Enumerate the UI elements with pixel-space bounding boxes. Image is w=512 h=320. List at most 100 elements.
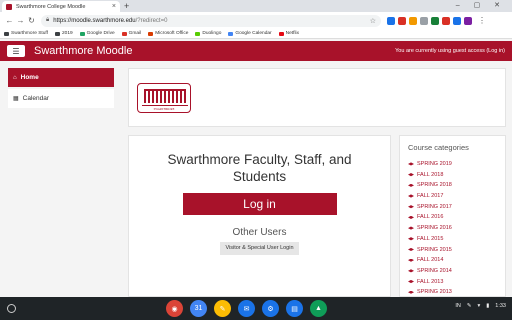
keep-icon[interactable]: ✎ [214,300,231,317]
category-link[interactable]: SPRING 2018 [408,180,505,191]
bookmark-icon [121,31,127,36]
pen-icon[interactable]: ✎ [467,303,472,309]
guest-access-notice[interactable]: You are currently using guest access (Lo… [395,48,505,54]
bookmark-label: Gmail [128,31,142,36]
category-link[interactable]: FALL 2015 [408,234,505,245]
bookmark-star-icon[interactable]: ☆ [370,17,376,25]
extension-icon[interactable] [442,16,450,25]
category-link[interactable]: FALL 2014 [408,255,505,266]
bookmark-item[interactable]: Gmail [121,31,142,36]
bookmarks-bar: Swarthmore Stuff 2019 Google Drive Gmail Mic… [0,29,512,39]
bookmark-label: 2019 [61,31,73,36]
category-link[interactable]: SPRING 2017 [408,202,505,213]
close-tab-icon[interactable]: × [112,3,116,10]
graduation-cap-icon [408,237,414,241]
back-icon[interactable]: ← [4,16,15,25]
graduation-cap-icon [408,205,414,209]
extension-icon[interactable] [387,16,395,25]
category-label: FALL 2017 [417,193,444,200]
browser-tab-title: Swarthmore College Moodle [16,3,86,10]
category-label: FALL 2013 [417,278,444,285]
hamburger-icon: ☰ [12,46,20,56]
site-title[interactable]: Swarthmore Moodle [34,45,132,57]
url-host: https://moodle.swarthmore.edu [53,17,136,24]
input-method-indicator[interactable]: IN [455,303,461,309]
sidebar-item-calendar[interactable]: ▦ Calendar [8,89,114,108]
lock-icon[interactable]: 🔒︎ [46,17,49,24]
browser-menu-icon[interactable]: ⋮ [478,16,486,25]
messages-icon[interactable]: ✉ [238,300,255,317]
logo-block: SWARTHMORE [128,68,506,127]
bookmark-label: Netflix [285,31,299,36]
clock[interactable]: 1:33 [495,303,506,309]
home-icon: ⌂ [13,74,17,81]
url-text[interactable]: https://moodle.swarthmore.edu/?redirect=… [53,18,167,24]
bookmark-label: Duolingo [202,31,222,36]
bookmark-icon [4,31,9,36]
seal-building-icon [144,89,186,103]
category-label: SPRING 2016 [417,225,452,232]
category-link[interactable]: SPRING 2014 [408,266,505,277]
swarthmore-seal-logo: SWARTHMORE [137,83,191,113]
os-shelf: ◉ 31 ✎ ✉ ⚙ ▤ ▲ IN ✎ ▾ ▮ 1:33 [0,297,512,320]
category-link[interactable]: SPRING 2016 [408,223,505,234]
category-link[interactable]: FALL 2016 [408,212,505,223]
maps-icon[interactable]: ▲ [310,300,327,317]
category-link[interactable]: SPRING 2015 [408,245,505,256]
extension-icon[interactable] [420,16,428,25]
bookmark-item[interactable]: Google Drive [79,31,115,36]
category-link[interactable]: FALL 2018 [408,170,505,181]
extension-icon[interactable] [409,16,417,25]
new-tab-button[interactable]: + [124,1,129,11]
calendar-icon[interactable]: 31 [190,300,207,317]
graduation-cap-icon [408,279,414,284]
hamburger-menu-button[interactable]: ☰ [7,45,25,57]
bookmark-item[interactable]: Duolingo [195,31,221,36]
seal-text: SWARTHMORE [153,107,175,111]
graduation-cap-icon [408,194,414,198]
category-link[interactable]: SPRING 2013 [408,287,505,296]
extension-icon[interactable] [453,16,461,25]
bookmark-icon [228,31,234,36]
browser-toolbar: ← → ↻ 🔒︎ https://moodle.swarthmore.edu/?… [0,12,512,29]
status-tray[interactable]: IN ✎ ▾ ▮ 1:33 [455,303,506,309]
sidebar-item-label: Calendar [22,95,50,102]
bookmark-item[interactable]: Google Calendar [228,31,272,36]
battery-icon: ▮ [486,303,490,309]
calendar-icon: ▦ [13,96,19,102]
sidebar-item-label: Home [20,74,39,81]
graduation-cap-icon [408,258,414,262]
bookmark-item[interactable]: Microsoft Office [148,31,188,36]
graduation-cap-icon [408,215,414,219]
graduation-cap-icon [408,173,414,177]
settings-icon[interactable]: ⚙ [262,300,279,317]
bookmark-label: Swarthmore Stuff [11,31,48,36]
extension-icon[interactable] [398,16,406,25]
category-link[interactable]: SPRING 2019 [408,159,505,170]
nav-drawer: ⌂ Home ▦ Calendar [0,61,122,297]
visitor-login-button[interactable]: Visitor & Special User Login [220,242,299,255]
category-label: FALL 2016 [417,214,444,221]
browser-tab-strip: Swarthmore College Moodle × + – ▢ ✕ [0,0,512,12]
sidebar-item-home[interactable]: ⌂ Home [8,68,114,87]
chrome-icon[interactable]: ◉ [166,300,183,317]
forward-icon[interactable]: → [15,16,26,25]
extension-icon[interactable] [464,16,472,25]
bookmark-item[interactable]: Netflix [278,31,299,36]
files-icon[interactable]: ▤ [286,300,303,317]
category-link[interactable]: FALL 2013 [408,277,505,288]
bookmark-item[interactable]: 2019 [54,31,73,36]
bookmark-label: Google Drive [86,31,115,36]
category-label: SPRING 2013 [417,289,452,296]
window-controls[interactable]: – ▢ ✕ [456,1,506,9]
login-button[interactable]: Log in [182,193,337,215]
graduation-cap-icon [408,290,414,294]
extension-icon[interactable] [431,16,439,25]
launcher-icon[interactable] [7,304,16,313]
reload-icon[interactable]: ↻ [26,16,37,25]
bookmark-item[interactable]: Swarthmore Stuff [4,31,48,36]
category-link[interactable]: FALL 2017 [408,191,505,202]
address-bar[interactable]: 🔒︎ https://moodle.swarthmore.edu/?redire… [41,14,381,27]
bookmark-label: Google Calendar [235,31,272,36]
browser-tab[interactable]: Swarthmore College Moodle × [2,1,120,12]
